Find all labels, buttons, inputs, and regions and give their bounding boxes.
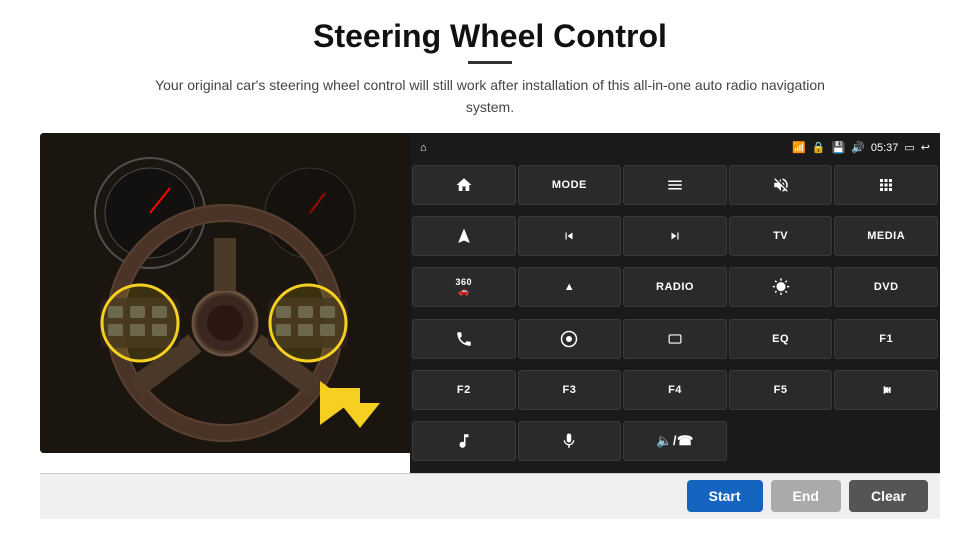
sd-icon: 💾 [831,141,845,154]
btn-360[interactable]: 360🚗 [412,267,516,307]
btn-mode[interactable]: MODE [518,165,622,205]
back-icon: ↩ [921,141,930,154]
btn-playpause[interactable] [834,370,938,410]
btn-phone[interactable] [412,319,516,359]
end-button[interactable]: End [771,480,841,512]
page-container: Steering Wheel Control Your original car… [0,0,980,544]
btn-f3[interactable]: F3 [518,370,622,410]
car-background [40,133,410,453]
clear-button[interactable]: Clear [849,480,928,512]
bottom-bar: Start End Clear [40,473,940,519]
btn-f2[interactable]: F2 [412,370,516,410]
btn-dvd[interactable]: DVD [834,267,938,307]
btn-empty1 [729,421,833,461]
control-button-grid: MODE TV [410,163,940,473]
control-panel: ⌂ 📶 🔒 💾 🔊 05:37 ▭ ↩ MODE [410,133,940,473]
btn-f1[interactable]: F1 [834,319,938,359]
status-right: 📶 🔒 💾 🔊 05:37 ▭ ↩ [792,141,930,154]
title-divider [468,61,512,64]
btn-apps[interactable] [834,165,938,205]
page-subtitle: Your original car's steering wheel contr… [140,74,840,119]
start-button[interactable]: Start [687,480,763,512]
btn-radio[interactable]: RADIO [623,267,727,307]
btn-display[interactable] [623,319,727,359]
btn-f5[interactable]: F5 [729,370,833,410]
btn-volphone[interactable]: 🔈/☎ [623,421,727,461]
steering-wheel-illustration [40,133,410,453]
screen-icon: ▭ [904,141,914,154]
btn-music[interactable] [412,421,516,461]
btn-media[interactable]: MEDIA [834,216,938,256]
lock-icon: 🔒 [812,141,826,154]
btn-f4[interactable]: F4 [623,370,727,410]
page-title: Steering Wheel Control [313,18,667,55]
btn-nav[interactable] [412,216,516,256]
btn-eq[interactable]: EQ [729,319,833,359]
btn-mic[interactable] [518,421,622,461]
status-left: ⌂ [420,142,427,154]
home-status-icon: ⌂ [420,142,427,154]
content-area: ⌂ 📶 🔒 💾 🔊 05:37 ▭ ↩ MODE [40,133,940,473]
btn-tv[interactable]: TV [729,216,833,256]
btn-bright[interactable] [729,267,833,307]
bt-icon: 🔊 [851,141,865,154]
btn-next[interactable] [623,216,727,256]
status-bar: ⌂ 📶 🔒 💾 🔊 05:37 ▭ ↩ [410,133,940,163]
btn-mute[interactable] [729,165,833,205]
car-image-panel [40,133,410,453]
wifi-icon: 📶 [792,141,806,154]
btn-eject[interactable]: ▲ [518,267,622,307]
btn-navi[interactable] [518,319,622,359]
btn-prev[interactable] [518,216,622,256]
btn-home[interactable] [412,165,516,205]
time-display: 05:37 [871,142,899,154]
btn-list[interactable] [623,165,727,205]
btn-empty2 [834,421,938,461]
